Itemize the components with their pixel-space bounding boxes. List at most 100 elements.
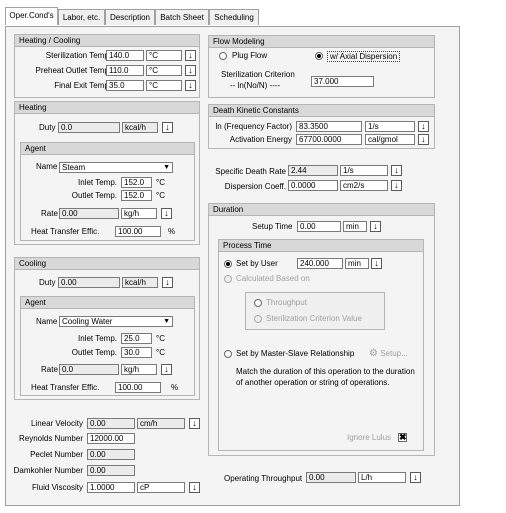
freq-unit[interactable]: 1/s xyxy=(365,121,415,132)
chevron-down-icon: ▼ xyxy=(163,164,170,171)
tab-description[interactable]: Description xyxy=(105,9,155,25)
chevron-down-icon[interactable]: ↓ xyxy=(161,208,172,219)
tab-batch-sheet[interactable]: Batch Sheet xyxy=(155,9,209,25)
outlet-unit: °C xyxy=(156,191,165,200)
chevron-down-icon[interactable]: ↓ xyxy=(391,165,402,176)
chevron-down-icon[interactable]: ↓ xyxy=(162,122,173,133)
inlet-input[interactable]: 152.0 xyxy=(121,177,152,188)
chevron-down-icon[interactable]: ↓ xyxy=(371,258,382,269)
chevron-down-icon[interactable]: ↓ xyxy=(370,221,381,232)
set-by-user-input[interactable]: 240.000 xyxy=(297,258,343,269)
peclet-field: 0.00 xyxy=(87,449,135,460)
eff-unit: % xyxy=(171,383,179,392)
calculated-basis-group: Throughput Sterilization Criterion Value xyxy=(245,292,385,330)
calculated-radio[interactable] xyxy=(224,275,232,283)
inlet-input[interactable]: 25.0 xyxy=(121,333,152,344)
crit-value-radio[interactable] xyxy=(254,315,262,323)
set-by-user-radio[interactable] xyxy=(224,260,232,268)
eff-input[interactable]: 100.00 xyxy=(115,382,161,393)
inlet-label: Inlet Temp. xyxy=(78,178,117,187)
crit-value-label: Sterilization Criterion Value xyxy=(266,314,362,323)
duty-unit[interactable]: kcal/h xyxy=(122,277,158,288)
specific-death-label: Specific Death Rate xyxy=(215,167,286,176)
match-text: Match the duration of this operation to … xyxy=(236,367,415,387)
outlet-input[interactable]: 30.0 xyxy=(121,347,152,358)
eff-input[interactable]: 100.00 xyxy=(115,226,161,237)
setup-unit[interactable]: min xyxy=(343,221,367,232)
axial-dispersion-label: w/ Axial Dispersion xyxy=(327,51,401,62)
group-title: Death Kinetic Constants xyxy=(209,105,434,117)
preheat-input[interactable]: 110.0 xyxy=(106,65,144,76)
reynolds-label: Reynolds Number xyxy=(18,434,83,443)
ignore-checkbox[interactable]: ✖ xyxy=(398,433,407,442)
tab-label: Scheduling xyxy=(214,13,254,22)
tab-scheduling[interactable]: Scheduling xyxy=(209,9,259,25)
act-unit[interactable]: cal/gmol xyxy=(365,134,415,145)
rate-unit[interactable]: kg/h xyxy=(121,208,157,219)
chevron-down-icon[interactable]: ↓ xyxy=(161,364,172,375)
setup-button[interactable]: ⚙ Setup... xyxy=(369,349,408,359)
rate-label: Rate xyxy=(41,365,58,374)
chevron-down-icon[interactable]: ↓ xyxy=(418,121,429,132)
dispersion-input[interactable]: 0.0000 xyxy=(288,180,338,191)
chevron-down-icon[interactable]: ↓ xyxy=(189,482,200,493)
ster-temp-input[interactable]: 140.0 xyxy=(106,50,144,61)
setup-input[interactable]: 0.00 xyxy=(297,221,341,232)
final-exit-label: Final Exit Temp. xyxy=(54,81,111,90)
axial-dispersion-radio[interactable] xyxy=(315,52,323,60)
tab-oper-conds[interactable]: Oper.Cond's xyxy=(5,7,58,25)
master-slave-radio[interactable] xyxy=(224,350,232,358)
chevron-down-icon[interactable]: ↓ xyxy=(418,134,429,145)
act-input[interactable]: 67700.0000 xyxy=(296,134,362,145)
throughput-label: Operating Throughput xyxy=(224,474,303,483)
final-exit-input[interactable]: 35.0 xyxy=(106,80,144,91)
viscosity-unit[interactable]: cP xyxy=(137,482,185,493)
death-kinetic-group: Death Kinetic Constants ln (Frequency Fa… xyxy=(208,104,435,149)
chevron-down-icon[interactable]: ↓ xyxy=(185,65,196,76)
chevron-down-icon[interactable]: ↓ xyxy=(410,472,421,483)
peclet-label: Peclet Number xyxy=(30,450,83,459)
preheat-unit[interactable]: °C xyxy=(146,65,182,76)
heating-group: Heating Duty 0.0 kcal/h ↓ Agent Name Ste… xyxy=(14,101,200,245)
tab-labor[interactable]: Labor, etc. xyxy=(58,9,105,25)
chevron-down-icon[interactable]: ↓ xyxy=(162,277,173,288)
throughput-radio[interactable] xyxy=(254,299,262,307)
duty-unit[interactable]: kcal/h xyxy=(122,122,158,133)
chevron-down-icon[interactable]: ↓ xyxy=(185,50,196,61)
freq-input[interactable]: 83.3500 xyxy=(296,121,362,132)
plug-flow-radio[interactable] xyxy=(219,52,227,60)
chevron-down-icon[interactable]: ↓ xyxy=(189,418,200,429)
cooling-group: Cooling Duty 0.00 kcal/h ↓ Agent Name Co… xyxy=(14,257,200,400)
set-by-user-unit[interactable]: min xyxy=(345,258,369,269)
dispersion-unit[interactable]: cm2/s xyxy=(340,180,388,191)
rate-unit[interactable]: kg/h xyxy=(121,364,157,375)
reynolds-input[interactable]: 12000.00 xyxy=(87,433,135,444)
select-value: Steam xyxy=(62,163,86,172)
viscosity-input[interactable]: 1.0000 xyxy=(87,482,135,493)
setup-label: Setup Time xyxy=(252,222,293,231)
specific-death-unit[interactable]: 1/s xyxy=(340,165,388,176)
crit-input[interactable]: 37.000 xyxy=(311,76,374,87)
eff-label: Heat Transfer Effic. xyxy=(31,383,100,392)
viscosity-label: Fluid Viscosity xyxy=(32,483,83,492)
chevron-down-icon[interactable]: ↓ xyxy=(391,180,402,191)
group-title: Duration xyxy=(209,204,434,216)
ster-temp-label: Sterilization Temp. xyxy=(45,51,111,60)
agent-name-select[interactable]: Cooling Water ▼ xyxy=(59,316,173,327)
set-by-user-label: Set by User xyxy=(236,259,278,268)
final-exit-unit[interactable]: °C xyxy=(146,80,182,91)
ster-temp-unit[interactable]: °C xyxy=(146,50,182,61)
lin-vel-label: Linear Velocity xyxy=(30,419,83,428)
lin-vel-unit[interactable]: cm/h xyxy=(137,418,185,429)
tab-label: Labor, etc. xyxy=(62,13,101,22)
throughput-unit[interactable]: L/h xyxy=(358,472,406,483)
group-title: Agent xyxy=(21,297,194,309)
agent-name-select[interactable]: Steam ▼ xyxy=(59,162,173,173)
group-title: Heating / Cooling xyxy=(15,35,199,47)
freq-label: ln (Frequency Factor) xyxy=(215,122,292,131)
dispersion-label: Dispersion Coeff. xyxy=(224,182,286,191)
calculated-label: Calculated Based on xyxy=(236,274,310,283)
chevron-down-icon[interactable]: ↓ xyxy=(185,80,196,91)
outlet-input[interactable]: 152.0 xyxy=(121,190,152,201)
crit-label: Sterilization Criterion xyxy=(221,70,295,79)
